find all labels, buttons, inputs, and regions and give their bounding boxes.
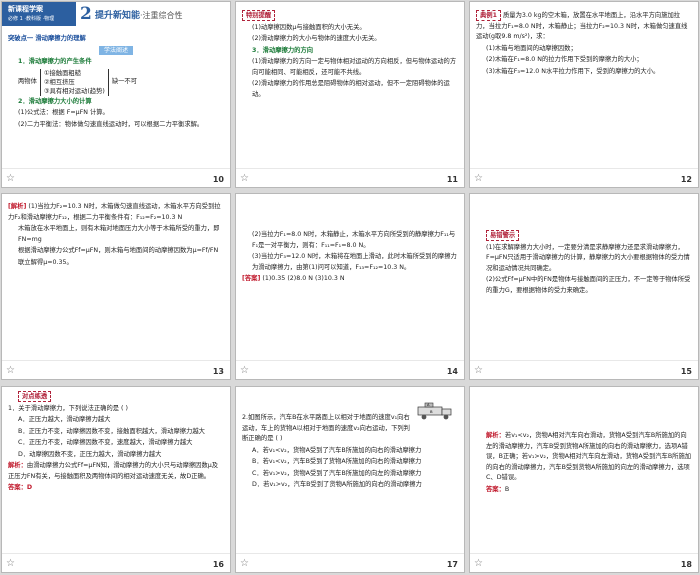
slide-footer: ☆ 15 — [470, 360, 698, 379]
page-number: 12 — [680, 175, 692, 184]
slide-17[interactable]: A B 2.如图所示，汽车B在水平路面上以相对于地面的速度v₁向右运动，车上的货… — [235, 386, 465, 573]
slide-18[interactable]: 解析：若v₁<v₂，货物A相对汽车向右滑动，货物A受到汽车B所施加的向左的滑动摩… — [469, 386, 699, 573]
method-tag: 学法阐述 — [98, 45, 133, 55]
section-number: 2 — [80, 4, 92, 24]
analysis-text: 若v₁<v₂，货物A相对汽车向右滑动，货物A受到汽车B所施加的向左的滑动摩擦力，… — [486, 432, 692, 481]
option-b[interactable]: B．正压力不变，动摩擦因数不变，接触面积越大，滑动摩擦力越大 — [8, 427, 224, 438]
page-number: 15 — [680, 367, 692, 376]
star-icon[interactable]: ☆ — [240, 558, 249, 569]
slide-footer: ☆ 10 — [2, 168, 230, 187]
text-line: 联立解得μ=0.35。 — [18, 258, 73, 266]
slide-16[interactable]: 对点练透 1．关于滑动摩擦力，下列说法正确的是 ( ) A．正压力越大，滑动摩擦… — [1, 386, 231, 573]
conditions-bracket: ①接触面粗糙 ②相互挤压 ③具有相对运动(趋势) — [39, 68, 109, 96]
slide-header: 新课程学案 必修 1 ·教科版 ·物理 2 提升新知能·注重综合性 — [2, 2, 230, 28]
subheading: 3．滑动摩擦力的方向 — [252, 46, 314, 54]
star-icon[interactable]: ☆ — [474, 173, 483, 184]
slide-13[interactable]: [解析] (1)当拉力F₂=10.3 N时，木箱做匀速直线运动，木箱水平方向受到… — [1, 193, 231, 380]
section-title: 提升新知能·注重综合性 — [95, 11, 183, 21]
text-line: (1)公式法：根据 F=μFN 计算。 — [18, 109, 109, 116]
text-line: (2)当拉力F₁=8.0 N时，木箱静止，木箱水平方向所受到的静摩擦力F₁₁与F… — [252, 231, 456, 249]
slide-12[interactable]: 典例1 质量为3.0 kg的空木箱，放置在水平地面上，沿水平方向施加拉力，当拉力… — [469, 1, 699, 188]
course-badge-subtitle: 必修 1 ·教科版 ·物理 — [8, 16, 55, 22]
example-tag: 典例1 — [476, 10, 501, 21]
star-icon[interactable]: ☆ — [240, 173, 249, 184]
text-line: 木箱放在水平地面上，则有木箱对地面压力大小等于木箱所受的重力，即FN=mg — [18, 225, 220, 243]
warning-tag: 易错警示 — [486, 230, 520, 241]
slide-footer: ☆ 13 — [2, 360, 230, 379]
answer-label: 答案： — [8, 484, 27, 491]
slide-10[interactable]: 新课程学案 必修 1 ·教科版 ·物理 2 提升新知能·注重综合性 突破点一 滑… — [1, 1, 231, 188]
answer-text: (1)0.35 (2)8.0 N (3)10.3 N — [262, 275, 345, 282]
option-a[interactable]: A．正压力越大，滑动摩擦力越大 — [8, 415, 224, 426]
breakthrough-heading: 突破点一 滑动摩擦力的理解 — [8, 35, 86, 42]
text-line: (2)木箱在F₁=8.0 N的拉力作用下受到的摩擦力的大小； — [486, 56, 643, 63]
slide-footer: ☆ 11 — [236, 168, 464, 187]
star-icon[interactable]: ☆ — [474, 558, 483, 569]
course-badge: 新课程学案 必修 1 ·教科版 ·物理 — [2, 2, 76, 26]
page-number: 11 — [446, 175, 458, 184]
option-d[interactable]: D．动摩擦因数不变，正压力越大，滑动摩擦力越大 — [8, 450, 224, 461]
page-number: 14 — [446, 367, 458, 376]
text-line: (2)二力平衡法：物体做匀速直线运动时，可以根据二力平衡求解。 — [18, 120, 204, 128]
text-line: (3)木箱在F₃=12.0 N水平拉力作用下，受到的摩擦力的大小。 — [486, 67, 660, 75]
subheading-2: 2．滑动摩擦力大小的计算 — [18, 97, 92, 105]
page-number: 17 — [446, 560, 458, 569]
text-line: (1)动摩擦因数μ与接触面积的大小无关。 — [252, 23, 366, 31]
star-icon[interactable]: ☆ — [474, 365, 483, 376]
text-line: (3)当拉力F₃=12.0 N时，木箱将在地面上滑动，此时木箱所受到的摩擦力为滑… — [252, 253, 457, 271]
star-icon[interactable]: ☆ — [240, 365, 249, 376]
option-c[interactable]: C．正压力不变，动摩擦因数不变，速度越大，滑动摩擦力越大 — [8, 438, 224, 449]
slide-footer: ☆ 18 — [470, 553, 698, 572]
slide-footer: ☆ 14 — [236, 360, 464, 379]
star-icon[interactable]: ☆ — [6, 173, 15, 184]
slide-footer: ☆ 17 — [236, 553, 464, 572]
question-text: 1．关于滑动摩擦力，下列说法正确的是 ( ) — [8, 404, 128, 412]
option-b[interactable]: B．若v₁<v₂，汽车B受到了货物A所施加的向右的滑动摩擦力 — [242, 457, 458, 468]
subheading-1: 1．滑动摩擦力的产生条件 — [18, 58, 92, 65]
star-icon[interactable]: ☆ — [6, 558, 15, 569]
analysis-label: 解析： — [486, 432, 505, 439]
slide-footer: ☆ 12 — [470, 168, 698, 187]
page-number: 10 — [212, 175, 224, 184]
option-a[interactable]: A．若v₁<v₂，货物A受到了汽车B所施加的向右的滑动摩擦力 — [242, 446, 458, 457]
answer-text: D — [26, 484, 33, 491]
slide-11[interactable]: 特别提醒 (1)动摩擦因数μ与接触面积的大小无关。 (2)滑动摩擦力的大小与物体… — [235, 1, 465, 188]
note-tag: 特别提醒 — [242, 10, 276, 21]
answer-label: [答案] — [242, 275, 261, 282]
option-c[interactable]: C．若v₁>v₂，货物A受到了汽车B所施加的向左的滑动摩擦力 — [242, 469, 458, 480]
page-number: 13 — [212, 367, 224, 376]
answer-label: 答案： — [486, 485, 505, 493]
page-number: 18 — [680, 560, 692, 569]
analysis-label: 解析： — [8, 462, 27, 469]
slide-15[interactable]: 易错警示 (1)在求解摩擦力大小时，一定要分清是求静摩擦力还是求滑动摩擦力，F=… — [469, 193, 699, 380]
course-badge-title: 新课程学案 — [8, 5, 43, 13]
slide-footer: ☆ 16 — [2, 553, 230, 572]
question-text: 2.如图所示，汽车B在水平路面上以相对于地面的速度v₁向右运动，车上的货物A以相… — [242, 414, 410, 442]
text-line: (2)滑动摩擦力的大小与物体的速度大小无关。 — [252, 35, 381, 42]
option-d[interactable]: D．若v₁>v₂，汽车B受到了货物A所施加的向右的滑动摩擦力 — [242, 480, 458, 491]
practice-tag: 对点练透 — [18, 391, 52, 402]
star-icon[interactable]: ☆ — [6, 365, 15, 376]
analysis-text: 由滑动摩擦力公式Ff=μFN知，滑动摩擦力的大小只与动摩擦因数μ及正压力FN有关… — [8, 462, 219, 480]
text-line: 根据滑动摩擦力公式Ff=μFN，则木箱与地面间的动摩擦因数为μ=Ff/FN — [18, 247, 219, 254]
text-line: (2)公式Ff=μFN中的FN是物体与接触面间的正压力，不一定等于物体所受的重力… — [486, 276, 691, 294]
conditions-block: 两物体 ①接触面粗糙 ②相互挤压 ③具有相对运动(趋势) 缺一不可 — [18, 68, 138, 96]
problem-text: 质量为3.0 kg的空木箱，放置在水平地面上，沿水平方向施加拉力，当拉力F₁=8… — [476, 12, 688, 40]
text-line: (2)滑动摩擦力的作用总是阻碍物体的相对运动，但不一定阻碍物体的运动。 — [252, 80, 450, 98]
answer-text: B — [504, 485, 510, 493]
analysis-label: [解析] — [8, 203, 27, 210]
page-number: 16 — [212, 560, 224, 569]
text-line: (1)滑动摩擦力的方向一定与物体相对运动的方向相反，但与物体运动的方向可能相同、… — [252, 58, 457, 76]
text-line: (1)在求解摩擦力大小时，一定要分清是求静摩擦力还是求滑动摩擦力，F=μFN只适… — [486, 243, 690, 272]
slide-14[interactable]: (2)当拉力F₁=8.0 N时，木箱静止，木箱水平方向所受到的静摩擦力F₁₁与F… — [235, 193, 465, 380]
text-line: (1)木箱与地面间的动摩擦因数； — [486, 44, 577, 52]
